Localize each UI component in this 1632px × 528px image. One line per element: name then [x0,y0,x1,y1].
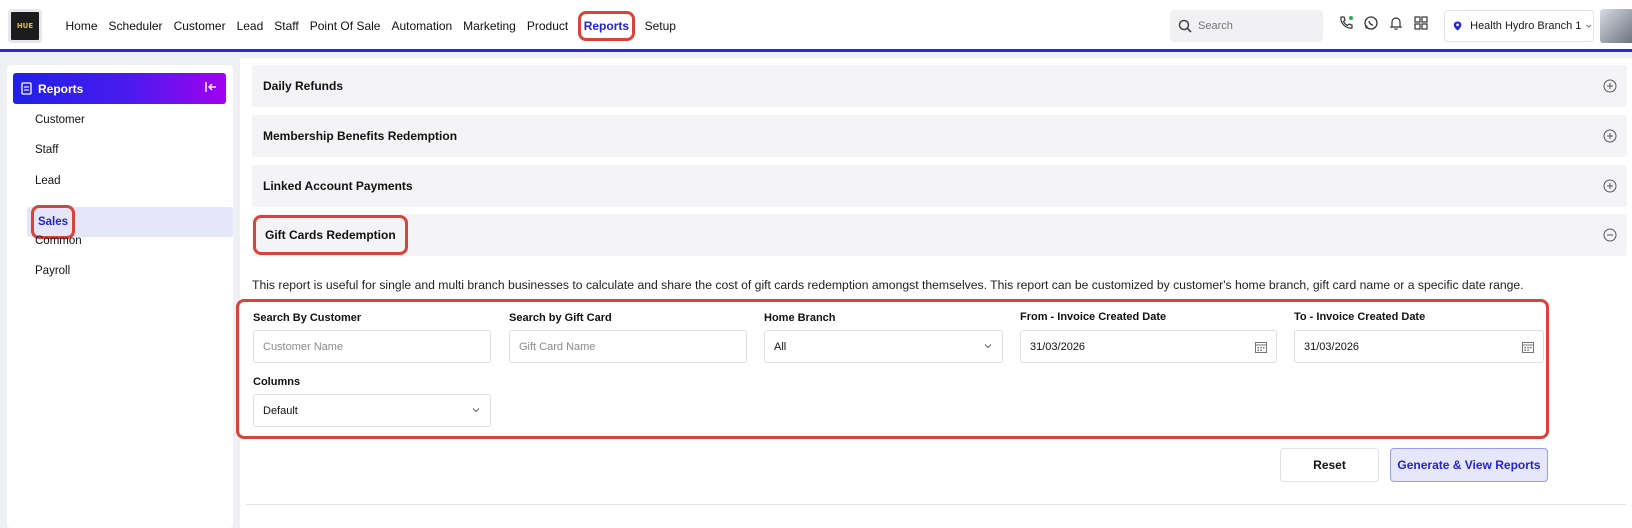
calendar-icon[interactable] [1521,340,1535,354]
from-date-label: From - Invoice Created Date [1020,311,1167,323]
sidebar-item-sales[interactable]: Sales [31,205,75,239]
home-branch-value: All [774,340,787,353]
main-nav: Home Scheduler Customer Lead Staff Point… [60,0,681,52]
nav-point-of-sale[interactable]: Point Of Sale [304,19,386,33]
columns-value: Default [263,404,298,417]
accordion-daily-refunds[interactable]: Daily Refunds [252,65,1627,107]
accordion-gift-cards-redemption[interactable]: Gift Cards Redemption [252,214,1627,256]
branch-selector[interactable]: Health Hydro Branch 1 [1444,10,1594,42]
accordion-title: Gift Cards Redemption [253,215,408,255]
apps-grid-icon[interactable] [1413,15,1429,31]
chevron-down-icon [472,408,480,413]
top-icon-group [1338,15,1429,31]
home-branch-select[interactable]: All [764,330,1003,363]
reset-button[interactable]: Reset [1280,448,1379,482]
search-input[interactable] [1198,20,1318,32]
accordion-title: Daily Refunds [263,79,344,93]
customer-name-input[interactable]: Customer Name [253,330,491,363]
columns-select[interactable]: Default [253,394,491,427]
search-icon [1178,19,1192,33]
minus-circle-icon[interactable] [1603,228,1617,242]
nav-reports[interactable]: Reports [577,11,636,41]
filters-panel: Search By Customer Customer Name Search … [236,299,1549,439]
global-search[interactable] [1170,10,1323,42]
to-date-value: 31/03/2026 [1304,340,1360,353]
sidebar-title: Reports [38,81,84,96]
chevron-down-icon [1586,24,1592,28]
from-date-value: 31/03/2026 [1030,340,1086,353]
user-avatar[interactable] [1600,9,1632,43]
divider [246,504,1626,505]
nav-lead[interactable]: Lead [231,19,269,33]
nav-staff[interactable]: Staff [269,19,304,33]
report-description: This report is useful for single and mul… [252,278,1524,292]
gift-card-name-input[interactable]: Gift Card Name [509,330,747,363]
nav-automation[interactable]: Automation [386,19,458,33]
to-date-input[interactable]: 31/03/2026 [1294,330,1544,363]
nav-setup[interactable]: Setup [639,19,681,33]
reports-sidebar: Reports Customer Staff Lead Sales Common… [7,65,233,528]
app-logo[interactable]: HUE [8,9,42,43]
nav-product[interactable]: Product [521,19,573,33]
sidebar-header: Reports [13,73,226,104]
accordion-title: Membership Benefits Redemption [263,129,458,143]
nav-scheduler[interactable]: Scheduler [103,19,168,33]
nav-marketing[interactable]: Marketing [458,19,522,33]
sidebar-item-customer[interactable]: Customer [35,114,85,126]
bell-icon[interactable] [1388,15,1404,31]
location-pin-icon [1453,21,1462,31]
sidebar-item-payroll[interactable]: Payroll [35,265,70,277]
sidebar-item-lead[interactable]: Lead [35,175,61,187]
generate-view-reports-button[interactable]: Generate & View Reports [1390,448,1548,482]
accordion-linked-account-payments[interactable]: Linked Account Payments [252,165,1627,207]
sidebar-item-common[interactable]: Common [35,235,82,247]
chevron-down-icon [984,344,992,349]
branch-name: Health Hydro Branch 1 [1470,20,1582,32]
accordion-membership-benefits-redemption[interactable]: Membership Benefits Redemption [252,115,1627,157]
top-navbar: HUE Home Scheduler Customer Lead Staff P… [0,0,1632,52]
whatsapp-icon[interactable] [1363,15,1379,31]
to-date-label: To - Invoice Created Date [1294,311,1426,323]
collapse-sidebar-icon[interactable] [204,80,218,94]
phone-icon[interactable] [1338,15,1354,31]
gift-card-filter-label: Search by Gift Card [509,312,612,324]
sidebar-item-staff[interactable]: Staff [35,144,58,156]
nav-home[interactable]: Home [60,19,103,33]
home-branch-label: Home Branch [764,312,836,324]
plus-circle-icon[interactable] [1603,129,1617,143]
report-document-icon [21,82,32,95]
plus-circle-icon[interactable] [1603,179,1617,193]
nav-customer[interactable]: Customer [168,19,231,33]
customer-filter-label: Search By Customer [253,312,362,324]
from-date-input[interactable]: 31/03/2026 [1020,330,1277,363]
columns-label: Columns [253,376,301,388]
accordion-title: Linked Account Payments [263,179,413,193]
calendar-icon[interactable] [1254,340,1268,354]
plus-circle-icon[interactable] [1603,79,1617,93]
main-content: Daily Refunds Membership Benefits Redemp… [236,58,1632,528]
logo-text: HUE [16,22,34,30]
